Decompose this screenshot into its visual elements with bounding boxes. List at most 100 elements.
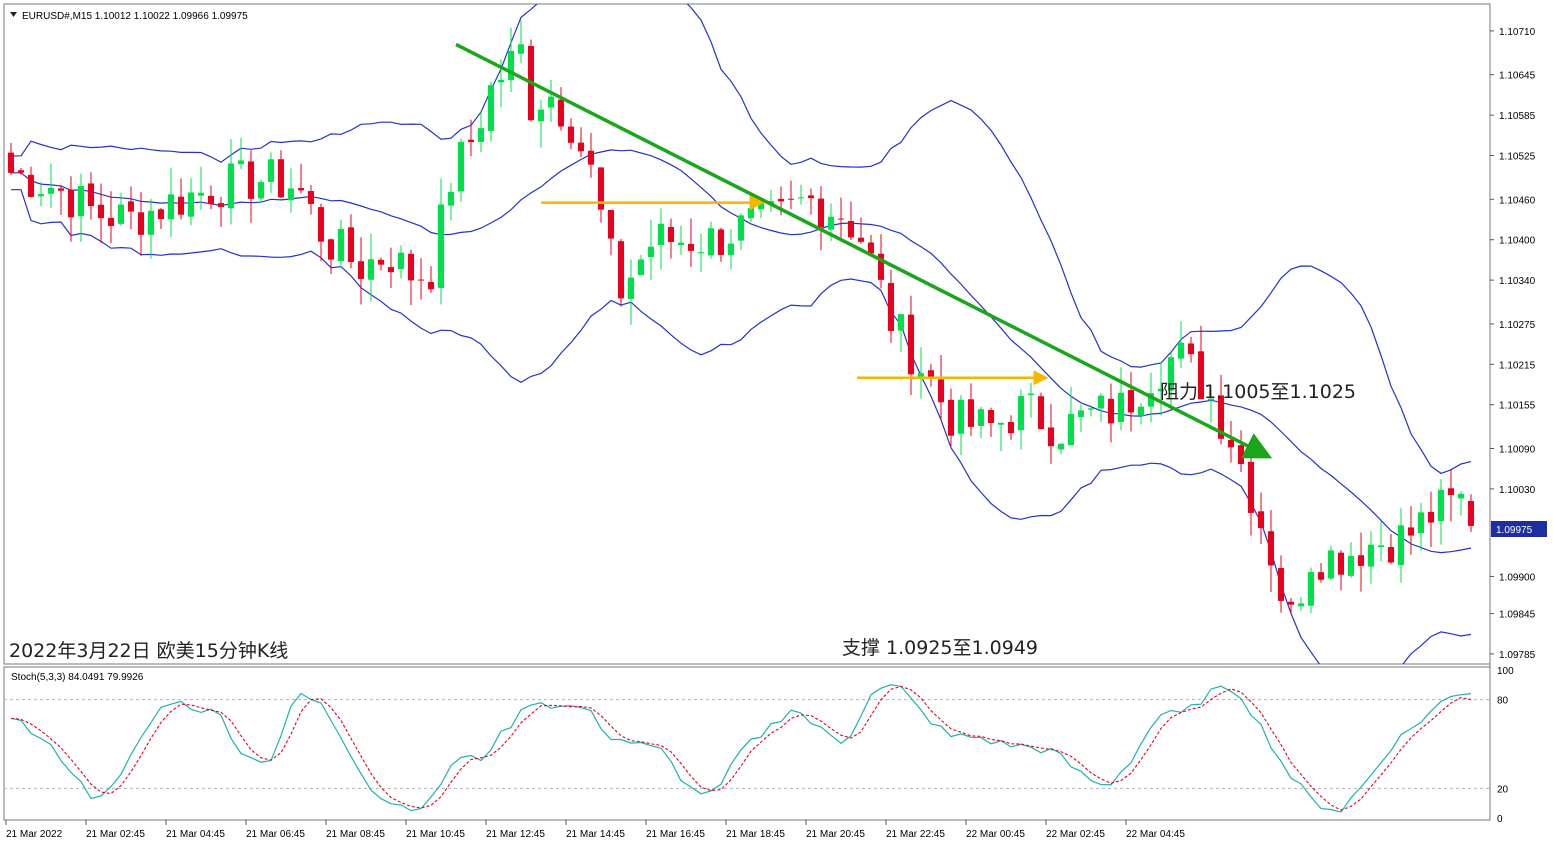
candle-body <box>418 279 424 281</box>
candle-body <box>148 210 154 235</box>
price-tick-label: 1.09785 <box>1499 650 1536 661</box>
candle-body <box>1408 527 1414 536</box>
candle-body <box>628 277 634 299</box>
candle-body <box>818 198 824 228</box>
chart-canvas[interactable]: 100 80 20 0 1.10710 1.10645 1.10585 1.10525 1.1… <box>0 0 1553 851</box>
candle-body <box>1438 489 1444 522</box>
candle-body <box>338 228 344 262</box>
candle-body <box>788 198 794 200</box>
candle-body <box>448 191 454 206</box>
candle-body <box>188 192 194 217</box>
price-tick-label: 1.09900 <box>1499 572 1536 583</box>
candle-body <box>1058 443 1064 450</box>
candle-body <box>778 198 784 202</box>
candle-body <box>1088 408 1094 410</box>
candle-body <box>718 229 724 255</box>
candle-body <box>1268 531 1274 566</box>
candle-body <box>498 79 504 83</box>
candle-body <box>1458 493 1464 499</box>
candle-body <box>808 195 814 199</box>
candle-body <box>1308 572 1314 606</box>
current-price-tag: 1.09975 <box>1491 521 1547 537</box>
candle-body <box>1048 427 1054 447</box>
candle-body <box>568 126 574 143</box>
candle-body <box>1248 461 1254 513</box>
price-tick-label: 1.10710 <box>1499 27 1536 38</box>
resistance-annotation: 阻力 1.1005至1.1025 <box>1160 381 1357 403</box>
stoch-header: Stoch(5,3,3) 84.0491 79.9926 <box>11 672 144 683</box>
candle-body <box>1378 545 1384 548</box>
candle-body <box>1388 546 1394 563</box>
candle-body <box>408 253 414 281</box>
current-price-label: 1.09975 <box>1496 525 1533 536</box>
candle-body <box>978 409 984 427</box>
candle-body <box>1138 406 1144 416</box>
price-tick-label: 1.10215 <box>1499 360 1536 371</box>
candle-body <box>988 410 994 423</box>
price-tick-label: 1.10585 <box>1499 111 1536 122</box>
price-tick-label: 1.09845 <box>1499 609 1536 620</box>
candle-body <box>368 259 374 280</box>
candle-body <box>278 159 284 198</box>
candle-body <box>1258 511 1264 529</box>
candle-body <box>748 208 754 219</box>
candle-body <box>158 209 164 220</box>
candle-body <box>1118 392 1124 423</box>
candle-body <box>1028 393 1034 396</box>
candle-body <box>538 109 544 122</box>
price-tick-label: 1.10525 <box>1499 152 1536 163</box>
candle-body <box>798 197 804 199</box>
candle-body <box>1318 572 1324 580</box>
candle-body <box>898 314 904 331</box>
candle-body <box>548 96 554 108</box>
candle-body <box>858 237 864 242</box>
candle-body <box>668 226 674 243</box>
candle-body <box>618 241 624 299</box>
time-tick-label: 21 Mar 2022 <box>6 829 63 840</box>
price-tick-label: 1.10400 <box>1499 236 1536 247</box>
candle-body <box>868 242 874 254</box>
candle-body <box>558 99 564 127</box>
candle-body <box>958 399 964 434</box>
candle-body <box>678 242 684 245</box>
candle-body <box>1298 603 1304 607</box>
candle-body <box>468 139 474 143</box>
candle-body <box>478 128 484 142</box>
candle-body <box>8 152 14 173</box>
time-tick-label: 21 Mar 02:45 <box>86 829 145 840</box>
candle-body <box>1178 342 1184 359</box>
candle-body <box>738 215 744 241</box>
candle-body <box>1368 544 1374 567</box>
candle-body <box>218 203 224 207</box>
candle-body <box>1428 511 1434 523</box>
candle-body <box>28 174 34 197</box>
candle-body <box>228 163 234 209</box>
candle-body <box>1038 396 1044 430</box>
candle-body <box>428 281 434 290</box>
candle-body <box>1468 501 1474 526</box>
time-tick-label: 21 Mar 16:45 <box>646 829 705 840</box>
candle-body <box>328 239 334 260</box>
candle-body <box>828 216 834 230</box>
candle-body <box>318 207 324 242</box>
candle-body <box>998 422 1004 425</box>
time-tick-label: 22 Mar 04:45 <box>1126 829 1185 840</box>
candle-body <box>908 314 914 375</box>
candle-body <box>1128 390 1134 413</box>
candle-body <box>648 246 654 258</box>
candle-body <box>438 204 444 288</box>
time-tick-label: 21 Mar 10:45 <box>406 829 465 840</box>
candle-body <box>378 259 384 265</box>
candle-body <box>198 192 204 196</box>
candle-body <box>1448 488 1454 496</box>
candle-body <box>638 259 644 276</box>
candle-body <box>168 194 174 220</box>
candle-body <box>1418 512 1424 534</box>
candle-body <box>838 218 844 220</box>
time-tick-label: 22 Mar 00:45 <box>966 829 1025 840</box>
candle-body <box>18 170 24 173</box>
candle-body <box>298 188 304 191</box>
candle-body <box>398 252 404 270</box>
candle-body <box>1018 395 1024 431</box>
candle-body <box>1008 421 1014 434</box>
